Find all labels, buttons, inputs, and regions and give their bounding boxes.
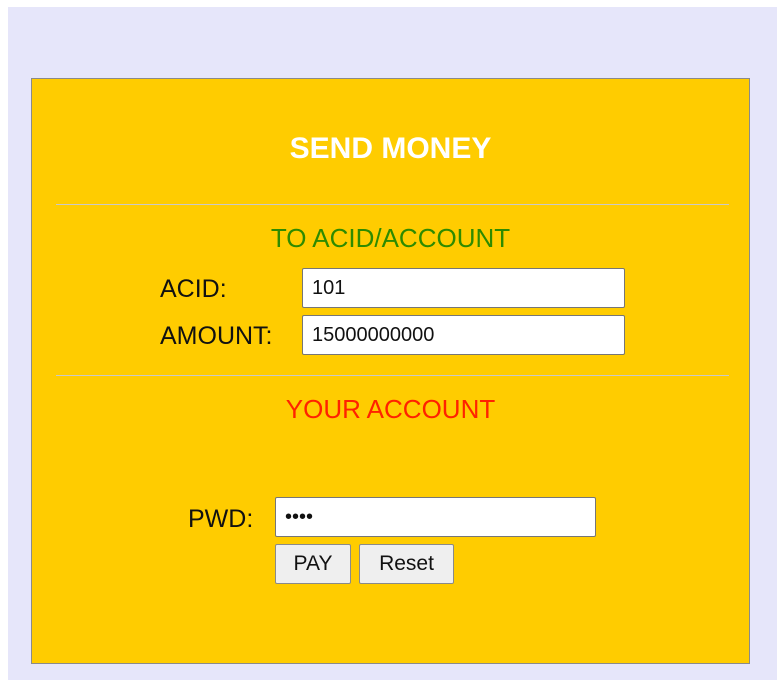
acid-label: ACID: [160, 275, 227, 303]
acid-input[interactable] [302, 268, 625, 308]
divider-top [56, 204, 729, 205]
pay-button[interactable]: PAY [275, 544, 351, 584]
your-account-heading: YOUR ACCOUNT [285, 394, 496, 424]
to-account-heading: TO ACID/ACCOUNT [270, 223, 511, 253]
divider-middle [56, 375, 729, 376]
amount-label: AMOUNT: [160, 322, 273, 350]
form-title: SEND MONEY [289, 132, 492, 165]
send-money-form: SEND MONEY TO ACID/ACCOUNT ACID: AMOUNT:… [31, 78, 750, 664]
amount-input[interactable] [302, 315, 625, 355]
reset-button[interactable]: Reset [359, 544, 454, 584]
password-label: PWD: [188, 505, 254, 533]
password-input[interactable] [275, 497, 596, 537]
